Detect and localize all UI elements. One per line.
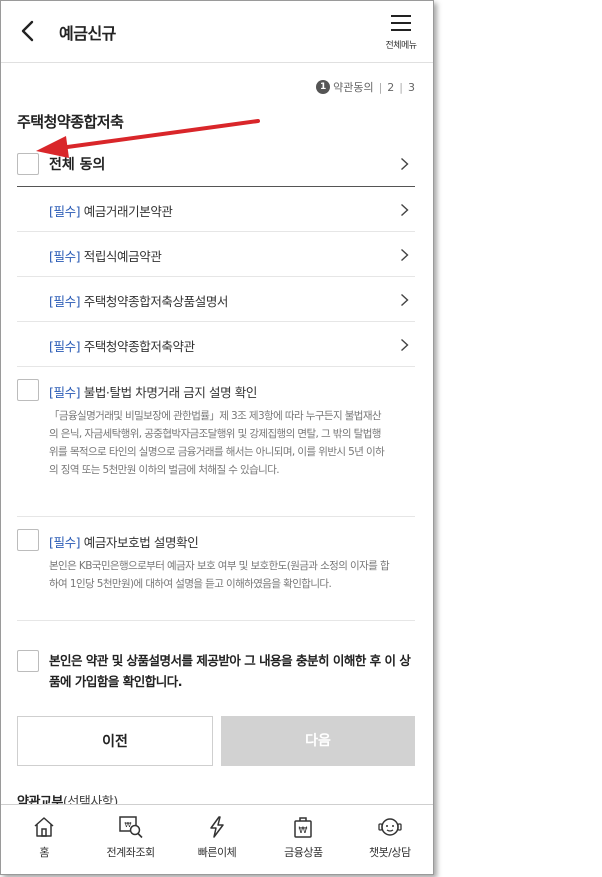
- nav-label: 빠른이체: [197, 846, 237, 859]
- nav-financial-products[interactable]: ₩ 금융상품: [260, 805, 346, 874]
- agree-all-row[interactable]: 전체 동의: [17, 141, 415, 187]
- terms-label: 주택청약종합저축약관: [83, 339, 195, 354]
- home-icon: [34, 817, 54, 837]
- depositor-protection-checkbox[interactable]: [17, 529, 39, 551]
- next-button[interactable]: 다음: [221, 716, 415, 766]
- nav-all-accounts[interactable]: ₩ 전계좌조회: [87, 805, 173, 874]
- terms-row-deposit-basic[interactable]: [필수] 예금거래기본약관: [17, 187, 415, 232]
- nav-label: 금융상품: [284, 846, 323, 859]
- step-divider: |: [378, 80, 383, 94]
- phone-screen: 예금신규 전체메뉴 1 약관동의 | 2 | 3 주택청약종합저축 전체 동의 …: [0, 0, 434, 875]
- prev-button[interactable]: 이전: [17, 716, 213, 766]
- terms-row-product-description[interactable]: [필수] 주택청약종합저축상품설명서: [17, 277, 415, 322]
- step-3: 3: [408, 80, 415, 94]
- product-title: 주택청약종합저축: [17, 113, 124, 131]
- terms-label: 주택청약종합저축상품설명서: [83, 294, 229, 309]
- nav-quick-transfer[interactable]: 빠른이체: [174, 805, 260, 874]
- nav-label: 전계좌조회: [106, 846, 156, 859]
- back-button[interactable]: [15, 17, 43, 45]
- chevron-right-icon: [401, 338, 409, 352]
- required-tag: [필수]: [49, 535, 81, 550]
- chatbot-icon: [378, 818, 402, 836]
- required-tag: [필수]: [49, 249, 81, 264]
- chevron-right-icon: [401, 157, 409, 171]
- notice-label: 예금자보호법 설명확인: [83, 535, 199, 550]
- svg-text:₩: ₩: [299, 826, 308, 836]
- current-step-number: 1: [316, 80, 331, 94]
- chevron-left-icon: [21, 20, 34, 42]
- lightning-icon: [210, 816, 224, 838]
- agree-all-label: 전체 동의: [49, 157, 106, 173]
- nav-label: 챗봇/상담: [368, 846, 411, 859]
- confirm-row: 본인은 약관 및 상품설명서를 제공받아 그 내용을 충분히 이해한 후 이 상…: [17, 648, 415, 698]
- step-divider: |: [399, 80, 403, 94]
- nav-home[interactable]: 홈: [1, 805, 87, 874]
- won-bag-icon: ₩: [294, 817, 313, 838]
- notice-description: 「금융실명거래및 비밀보장에 관한법률」제 3조 제3항에 따라 누구든지 불법…: [49, 410, 385, 476]
- nav-label: 홈: [39, 846, 50, 859]
- hamburger-icon: [391, 15, 411, 31]
- chevron-right-icon: [401, 248, 409, 262]
- account-search-icon: ₩: [118, 816, 143, 839]
- bottom-nav: 홈 ₩ 전계좌조회 빠른이체 ₩ 금융상품 챗봇/상담: [1, 804, 433, 874]
- notice-description: 본인은 KB국민은행으로부터 예금자 보호 여부 및 보호한도(원금과 소정의 …: [49, 560, 390, 590]
- terms-label: 적립식예금약관: [83, 249, 162, 264]
- terms-row-savings-terms[interactable]: [필수] 주택청약종합저축약관: [17, 322, 415, 367]
- borrowed-name-checkbox[interactable]: [17, 379, 39, 401]
- agree-all-checkbox[interactable]: [17, 153, 39, 175]
- required-tag: [필수]: [49, 294, 81, 309]
- depositor-protection-notice: [필수] 예금자보호법 설명확인 본인은 KB국민은행으로부터 예금자 보호 여…: [17, 529, 415, 621]
- notice-label: 불법·탈법 차명거래 금지 설명 확인: [83, 385, 258, 400]
- required-tag: [필수]: [49, 204, 81, 219]
- terms-label: 예금거래기본약관: [83, 204, 173, 219]
- app-header: 예금신규 전체메뉴: [1, 1, 433, 63]
- chevron-right-icon: [401, 293, 409, 307]
- required-tag: [필수]: [49, 385, 81, 400]
- step-2: 2: [387, 80, 395, 94]
- step-indicator: 1 약관동의 | 2 | 3: [316, 79, 415, 95]
- chevron-right-icon: [401, 203, 409, 217]
- nav-chatbot[interactable]: 챗봇/상담: [347, 805, 433, 874]
- terms-row-installment[interactable]: [필수] 적립식예금약관: [17, 232, 415, 277]
- confirm-text: 본인은 약관 및 상품설명서를 제공받아 그 내용을 충분히 이해한 후 이 상…: [49, 653, 411, 689]
- full-menu-label: 전체메뉴: [385, 41, 417, 51]
- confirm-checkbox[interactable]: [17, 650, 39, 672]
- page-title: 예금신규: [59, 24, 116, 43]
- borrowed-name-notice: [필수] 불법·탈법 차명거래 금지 설명 확인 「금융실명거래및 비밀보장에 …: [17, 379, 415, 517]
- current-step-label: 약관동의: [333, 81, 374, 94]
- full-menu-button[interactable]: 전체메뉴: [379, 13, 423, 53]
- required-tag: [필수]: [49, 339, 81, 354]
